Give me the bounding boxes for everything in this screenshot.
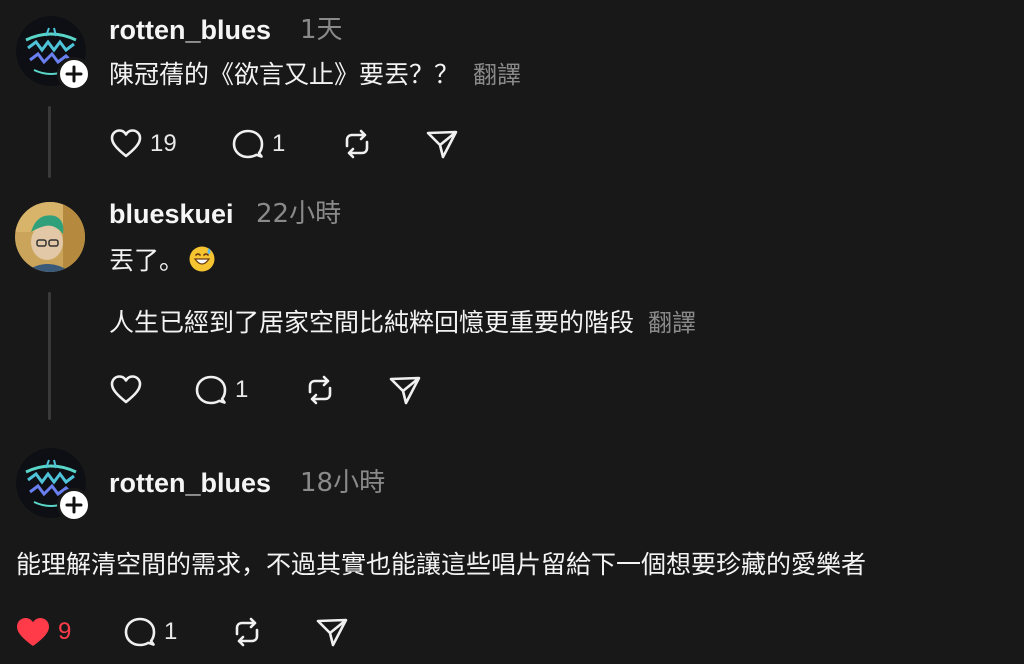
send-icon bbox=[316, 618, 348, 647]
thread-line bbox=[48, 292, 51, 420]
repost-icon bbox=[345, 129, 369, 159]
grinning-sweat-emoji-icon bbox=[189, 246, 215, 272]
share-button[interactable] bbox=[314, 612, 350, 652]
repost-button[interactable] bbox=[229, 612, 265, 652]
timestamp: 18小時 bbox=[300, 468, 386, 498]
comment-line-text: 丟了。 bbox=[109, 246, 185, 275]
send-icon bbox=[389, 376, 421, 405]
reply-button[interactable]: 1 bbox=[193, 370, 248, 410]
like-button[interactable] bbox=[108, 370, 144, 410]
send-icon bbox=[426, 130, 458, 159]
heart-icon bbox=[110, 129, 142, 158]
like-button[interactable]: 9 bbox=[14, 612, 71, 652]
heart-icon bbox=[110, 375, 142, 404]
follow-button[interactable] bbox=[57, 57, 91, 91]
repost-icon bbox=[308, 375, 332, 405]
reply-button[interactable]: 1 bbox=[122, 612, 177, 652]
reply-count: 1 bbox=[235, 376, 249, 403]
username[interactable]: blueskuei bbox=[109, 198, 234, 230]
follow-button[interactable] bbox=[57, 488, 91, 522]
comment-line: 丟了。 bbox=[109, 244, 216, 278]
comment-bubble-icon bbox=[124, 617, 156, 647]
profile-photo bbox=[15, 202, 85, 272]
share-button[interactable] bbox=[387, 370, 423, 410]
comment-bubble-icon bbox=[195, 375, 227, 405]
translate-link[interactable]: 翻譯 bbox=[473, 61, 521, 89]
comment-bubble-icon bbox=[232, 129, 264, 159]
username[interactable]: rotten_blues bbox=[109, 14, 271, 46]
comment-text: 陳冠蒨的《欲言又止》要丟？？ 翻譯 bbox=[109, 58, 521, 92]
like-count: 19 bbox=[150, 130, 177, 157]
timestamp: 22小時 bbox=[256, 199, 342, 229]
reply-button[interactable]: 1 bbox=[230, 124, 285, 164]
timestamp: 1天 bbox=[300, 15, 343, 45]
like-button[interactable]: 19 bbox=[108, 124, 177, 164]
repost-button[interactable] bbox=[339, 124, 375, 164]
share-button[interactable] bbox=[424, 124, 460, 164]
heart-filled-icon bbox=[17, 618, 49, 646]
thread-line bbox=[48, 106, 51, 178]
repost-button[interactable] bbox=[302, 370, 338, 410]
plus-icon bbox=[65, 65, 83, 83]
repost-icon bbox=[235, 617, 259, 647]
like-count: 9 bbox=[58, 618, 72, 645]
plus-icon bbox=[65, 496, 83, 514]
comment-text: 能理解清空間的需求，不過其實也能讓這些唱片留給下一個想要珍藏的愛樂者 bbox=[16, 550, 867, 579]
avatar-blueskuei[interactable] bbox=[15, 202, 85, 272]
username[interactable]: rotten_blues bbox=[109, 467, 271, 499]
reply-count: 1 bbox=[272, 130, 286, 157]
reply-count: 1 bbox=[164, 618, 178, 645]
translate-link[interactable]: 翻譯 bbox=[648, 309, 696, 337]
comment-text: 人生已經到了居家空間比純粹回憶更重要的階段 翻譯 bbox=[109, 306, 696, 340]
comment-line: 人生已經到了居家空間比純粹回憶更重要的階段 bbox=[109, 308, 635, 337]
comment-line: 陳冠蒨的《欲言又止》要丟？？ bbox=[109, 60, 460, 89]
